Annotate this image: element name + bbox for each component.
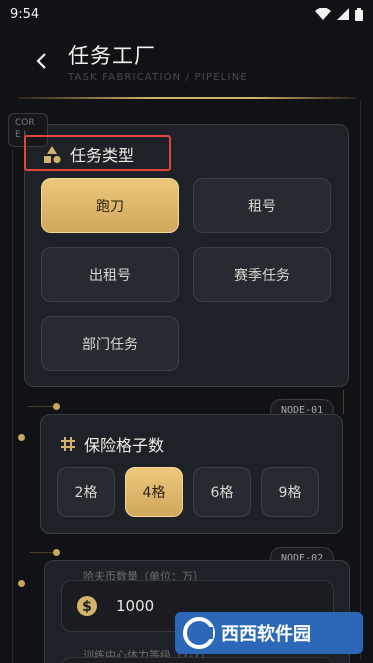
battery-icon bbox=[355, 7, 363, 21]
back-button[interactable] bbox=[30, 50, 52, 72]
stamina-input[interactable] bbox=[61, 657, 334, 663]
page-title: 任务工厂 bbox=[68, 44, 156, 68]
site-watermark: 西西软件园 bbox=[175, 612, 363, 654]
side-tag-line1: COR bbox=[15, 118, 35, 128]
svg-text:$: $ bbox=[82, 599, 92, 615]
connector-dot bbox=[18, 580, 25, 587]
option-season-task[interactable]: 赛季任务 bbox=[193, 247, 331, 302]
option-label: 出租号 bbox=[89, 267, 131, 284]
chevron-left-icon bbox=[36, 53, 46, 69]
connector-line bbox=[28, 406, 54, 407]
logo-icon bbox=[183, 617, 215, 649]
wifi-icon bbox=[315, 8, 331, 20]
option-label: 2格 bbox=[74, 485, 98, 501]
header-divider bbox=[18, 97, 356, 99]
insurance-header: 保险格子数 bbox=[60, 432, 164, 456]
connector-dot bbox=[53, 549, 60, 556]
option-label: 部门任务 bbox=[82, 336, 138, 353]
option-6-slots[interactable]: 6格 bbox=[193, 467, 251, 517]
status-icons bbox=[315, 7, 363, 21]
page-subtitle: TASK FABRICATION / PIPELINE bbox=[68, 72, 248, 83]
bg-line bbox=[360, 100, 361, 660]
option-label: 4格 bbox=[142, 485, 166, 501]
option-label: 9格 bbox=[278, 485, 302, 501]
insurance-title: 保险格子数 bbox=[84, 436, 165, 455]
option-paodao[interactable]: 跑刀 bbox=[41, 178, 179, 233]
option-2-slots[interactable]: 2格 bbox=[57, 467, 115, 517]
grid-hash-icon bbox=[61, 437, 75, 451]
status-bar: 9:54 bbox=[0, 0, 373, 28]
watermark-text: 西西软件园 bbox=[221, 624, 311, 645]
option-department-task[interactable]: 部门任务 bbox=[41, 316, 179, 371]
currency-value: 1000 bbox=[116, 597, 155, 615]
option-rent-out[interactable]: 出租号 bbox=[41, 247, 179, 302]
option-label: 租号 bbox=[248, 198, 276, 215]
connector-dot bbox=[18, 434, 25, 441]
option-label: 6格 bbox=[210, 485, 234, 501]
dollar-coin-icon: $ bbox=[77, 596, 97, 616]
option-label: 赛季任务 bbox=[234, 267, 290, 284]
connector-dot bbox=[53, 403, 60, 410]
option-9-slots[interactable]: 9格 bbox=[261, 467, 319, 517]
option-label: 跑刀 bbox=[96, 198, 124, 215]
signal-icon bbox=[337, 8, 349, 20]
option-4-slots[interactable]: 4格 bbox=[125, 467, 183, 517]
task-type-highlight-frame bbox=[24, 135, 171, 171]
option-rent-account[interactable]: 租号 bbox=[193, 178, 331, 233]
bg-line bbox=[12, 150, 13, 663]
status-time: 9:54 bbox=[10, 6, 40, 22]
connector-line bbox=[343, 390, 344, 414]
